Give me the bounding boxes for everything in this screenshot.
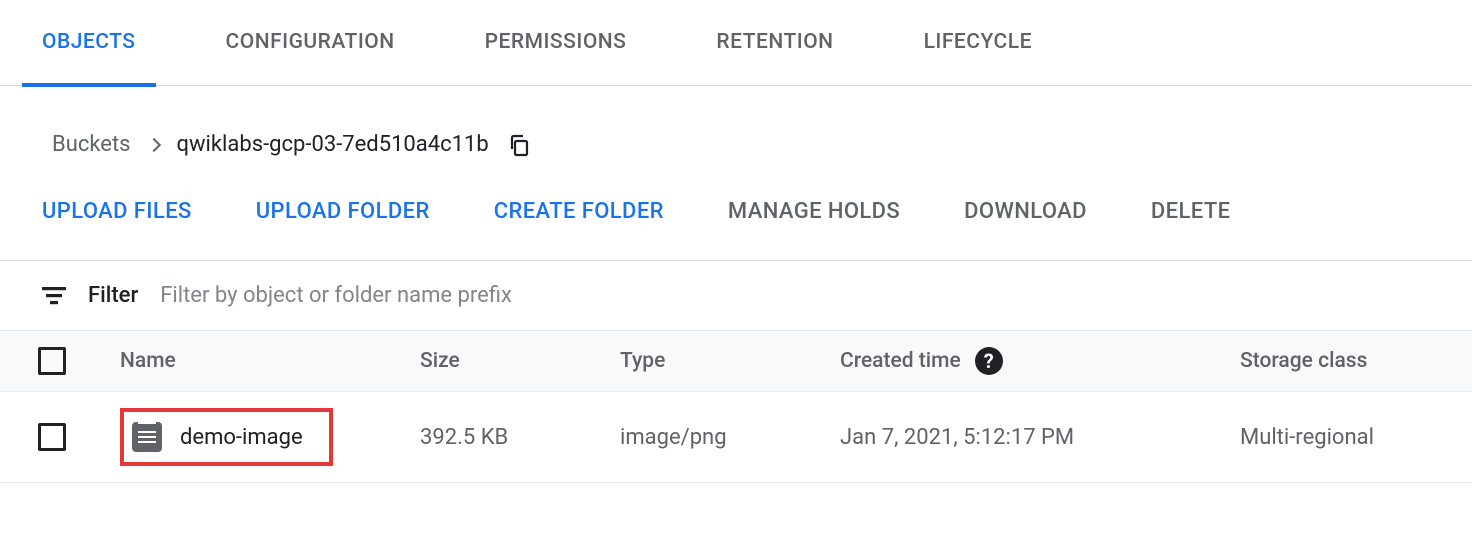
- col-header-created-label: Created time: [840, 349, 961, 373]
- copy-icon[interactable]: [507, 133, 531, 157]
- file-icon: [132, 422, 162, 452]
- tab-configuration[interactable]: CONFIGURATION: [226, 0, 395, 86]
- select-all-checkbox[interactable]: [38, 347, 66, 375]
- create-folder-button[interactable]: CREATE FOLDER: [494, 199, 664, 224]
- col-header-name[interactable]: Name: [120, 333, 420, 389]
- object-name-link[interactable]: demo-image: [180, 425, 303, 450]
- table-row: demo-image 392.5 KB image/png Jan 7, 202…: [0, 392, 1472, 483]
- objects-table: Name Size Type Created time ? Storage cl…: [0, 331, 1472, 483]
- col-header-type[interactable]: Type: [620, 333, 840, 389]
- tabs-bar: OBJECTS CONFIGURATION PERMISSIONS RETENT…: [0, 0, 1472, 86]
- cell-size: 392.5 KB: [420, 409, 620, 466]
- filter-bar: Filter: [0, 261, 1472, 331]
- filter-icon: [42, 287, 66, 305]
- table-header-row: Name Size Type Created time ? Storage cl…: [0, 331, 1472, 392]
- upload-files-button[interactable]: UPLOAD FILES: [42, 199, 192, 224]
- filter-label: Filter: [88, 283, 138, 308]
- cell-created: Jan 7, 2021, 5:12:17 PM: [840, 409, 1240, 466]
- tab-retention[interactable]: RETENTION: [716, 0, 833, 86]
- row-checkbox[interactable]: [38, 423, 66, 451]
- filter-input[interactable]: [160, 283, 1430, 308]
- tab-permissions[interactable]: PERMISSIONS: [485, 0, 627, 86]
- delete-button[interactable]: DELETE: [1151, 199, 1231, 224]
- object-name-highlight: demo-image: [120, 408, 333, 466]
- manage-holds-button[interactable]: MANAGE HOLDS: [728, 199, 900, 224]
- col-header-storage-class[interactable]: Storage class: [1240, 333, 1472, 389]
- cell-storage-class: Multi-regional: [1240, 409, 1472, 466]
- col-header-size[interactable]: Size: [420, 333, 620, 389]
- cell-type: image/png: [620, 409, 840, 466]
- breadcrumb-root[interactable]: Buckets: [52, 132, 131, 157]
- tab-objects[interactable]: OBJECTS: [42, 0, 136, 86]
- col-header-created[interactable]: Created time ?: [840, 331, 1240, 391]
- breadcrumb-current: qwiklabs-gcp-03-7ed510a4c11b: [177, 132, 489, 157]
- breadcrumb: Buckets qwiklabs-gcp-03-7ed510a4c11b: [0, 86, 1472, 199]
- help-icon[interactable]: ?: [975, 347, 1003, 375]
- upload-folder-button[interactable]: UPLOAD FOLDER: [256, 199, 430, 224]
- tab-lifecycle[interactable]: LIFECYCLE: [924, 0, 1032, 86]
- chevron-right-icon: [146, 137, 160, 151]
- download-button[interactable]: DOWNLOAD: [964, 199, 1087, 224]
- action-toolbar: UPLOAD FILES UPLOAD FOLDER CREATE FOLDER…: [0, 199, 1472, 261]
